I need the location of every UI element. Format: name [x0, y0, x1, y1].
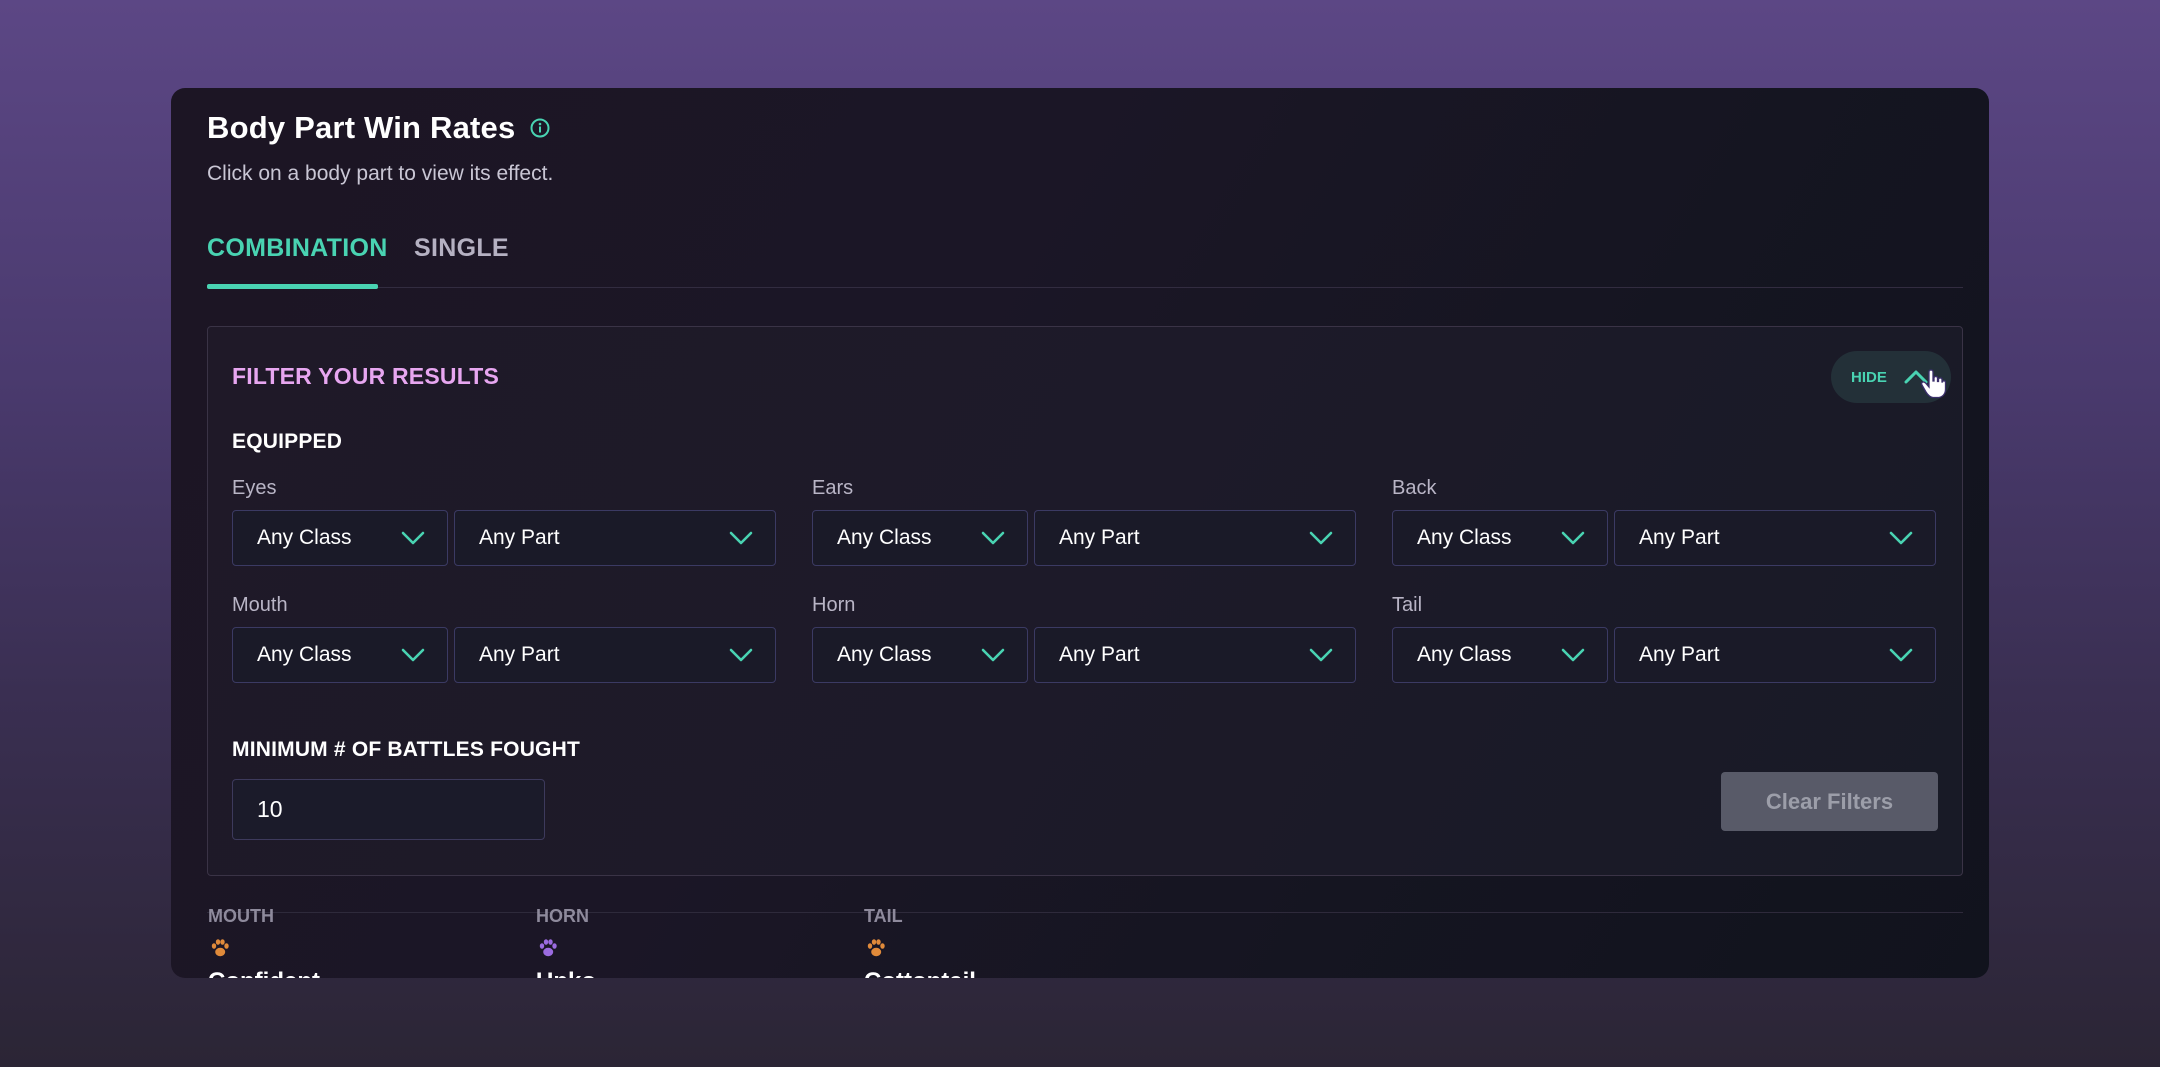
horn-class-value: Any Class — [837, 643, 932, 666]
mouth-label: Mouth — [232, 594, 288, 616]
tail-class-value: Any Class — [1417, 643, 1512, 666]
info-icon[interactable] — [529, 117, 551, 139]
eyes-class-select[interactable]: Any Class — [232, 510, 448, 566]
tab-bar: COMBINATION SINGLE — [207, 234, 1963, 289]
chevron-down-icon — [981, 531, 1005, 545]
chevron-down-icon — [1309, 531, 1333, 545]
win-rates-card: Body Part Win Rates Click on a body part… — [171, 88, 1989, 978]
ears-part-value: Any Part — [1059, 526, 1140, 549]
ears-filter: Ears Any Class Any Part — [812, 477, 1356, 567]
tail-label: Tail — [1392, 594, 1423, 616]
chevron-down-icon — [1561, 648, 1585, 662]
eyes-label: Eyes — [232, 477, 277, 499]
horn-part-value: Any Part — [1059, 643, 1140, 666]
page-subtitle: Click on a body part to view its effect. — [207, 162, 554, 185]
tail-part-value: Any Part — [1639, 643, 1720, 666]
min-battles-input[interactable] — [232, 779, 545, 840]
back-filter: Back Any Class Any Part — [1392, 477, 1936, 567]
chevron-down-icon — [981, 648, 1005, 662]
results-col-mouth: MOUTH — [208, 906, 274, 926]
ears-label: Ears — [812, 477, 854, 499]
mouth-part-select[interactable]: Any Part — [454, 627, 776, 683]
min-battles-label: MINIMUM # OF BATTLES FOUGHT — [232, 738, 580, 761]
back-class-select[interactable]: Any Class — [1392, 510, 1608, 566]
hide-label: HIDE — [1851, 368, 1887, 386]
horn-class-select[interactable]: Any Class — [812, 627, 1028, 683]
results-col-tail: TAIL — [864, 906, 903, 926]
back-label: Back — [1392, 477, 1437, 499]
chevron-down-icon — [1309, 648, 1333, 662]
equipped-label: EQUIPPED — [232, 430, 343, 453]
mouth-filter: Mouth Any Class Any Part — [232, 594, 776, 684]
title-row: Body Part Win Rates — [207, 110, 551, 146]
filter-title: FILTER YOUR RESULTS — [232, 363, 500, 389]
beast-class-paw-icon — [211, 939, 229, 957]
tail-part-select[interactable]: Any Part — [1614, 627, 1936, 683]
chevron-down-icon — [1889, 531, 1913, 545]
ears-class-value: Any Class — [837, 526, 932, 549]
tab-single[interactable]: SINGLE — [414, 234, 509, 263]
ears-class-select[interactable]: Any Class — [812, 510, 1028, 566]
mouth-part-value: Any Part — [479, 643, 560, 666]
chevron-down-icon — [1889, 648, 1913, 662]
active-tab-indicator — [207, 284, 378, 289]
page-title: Body Part Win Rates — [207, 110, 516, 145]
horn-part-select[interactable]: Any Part — [1034, 627, 1356, 683]
chevron-down-icon — [729, 648, 753, 662]
clear-filters-button[interactable]: Clear Filters — [1721, 772, 1938, 831]
chevron-down-icon — [401, 531, 425, 545]
tail-filter: Tail Any Class Any Part — [1392, 594, 1936, 684]
hand-cursor-icon — [1920, 369, 1946, 399]
mouth-class-select[interactable]: Any Class — [232, 627, 448, 683]
chevron-down-icon — [1561, 531, 1585, 545]
ears-part-select[interactable]: Any Part — [1034, 510, 1356, 566]
eyes-class-value: Any Class — [257, 526, 352, 549]
result-mouth-name[interactable]: Confident — [208, 968, 320, 978]
eyes-part-select[interactable]: Any Part — [454, 510, 776, 566]
eyes-filter: Eyes Any Class Any Part — [232, 477, 776, 567]
back-part-value: Any Part — [1639, 526, 1720, 549]
results-col-horn: HORN — [536, 906, 589, 926]
beast-class-paw-icon — [867, 939, 885, 957]
tab-combination[interactable]: COMBINATION — [207, 234, 388, 263]
mouth-class-value: Any Class — [257, 643, 352, 666]
chevron-down-icon — [729, 531, 753, 545]
chevron-down-icon — [401, 648, 425, 662]
result-tail-name[interactable]: Cottontail — [864, 968, 976, 978]
horn-filter: Horn Any Class Any Part — [812, 594, 1356, 684]
tail-class-select[interactable]: Any Class — [1392, 627, 1608, 683]
back-part-select[interactable]: Any Part — [1614, 510, 1936, 566]
horn-label: Horn — [812, 594, 856, 616]
result-horn-name[interactable]: Unko — [536, 968, 596, 978]
filter-panel: FILTER YOUR RESULTS HIDE EQUIPPED Eyes A… — [207, 326, 1963, 876]
eyes-part-value: Any Part — [479, 526, 560, 549]
back-class-value: Any Class — [1417, 526, 1512, 549]
results-divider — [207, 912, 1963, 913]
bug-class-paw-icon — [539, 939, 557, 957]
